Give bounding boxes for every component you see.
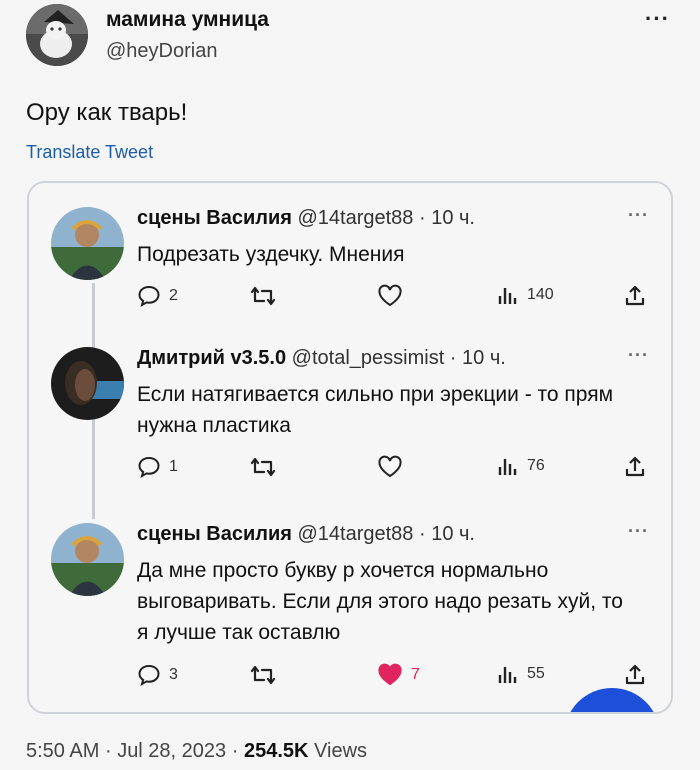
like-icon <box>378 455 402 478</box>
views-button[interactable]: 140 <box>497 284 554 306</box>
share-icon <box>625 664 645 685</box>
post-actions: 3 7 55 <box>137 663 657 691</box>
tweet-text: Ору как тварь! <box>26 99 188 126</box>
author-avatar[interactable] <box>26 4 88 66</box>
quoted-thread-card[interactable]: сцены Василия @14target88 · 10 ч. ··· По… <box>27 181 673 714</box>
post-text: Если натягивается сильно при эрекции - т… <box>137 383 614 437</box>
post-handle-time: @total_pessimist · 10 ч. <box>291 347 506 369</box>
views-label: Views <box>314 740 368 762</box>
reply-button[interactable]: 1 <box>137 455 178 479</box>
share-icon <box>625 285 645 306</box>
avatar[interactable] <box>51 523 124 596</box>
meta-separator: · <box>231 740 239 762</box>
views-icon <box>498 459 517 475</box>
views-button[interactable]: 55 <box>497 663 545 685</box>
like-button[interactable] <box>377 284 403 308</box>
author-name[interactable]: мамина умница <box>106 8 269 32</box>
reply-icon <box>138 456 160 479</box>
like-button[interactable]: 7 <box>377 663 420 687</box>
post-handle-time: @14target88 · 10 ч. <box>297 207 475 229</box>
retweet-button[interactable] <box>249 284 277 308</box>
share-icon <box>625 456 645 477</box>
reply-count: 3 <box>169 666 178 683</box>
reply-count: 1 <box>169 458 178 475</box>
retweet-icon <box>250 457 276 477</box>
more-icon[interactable]: ··· <box>628 521 649 542</box>
more-icon[interactable]: ··· <box>645 6 670 32</box>
more-icon[interactable]: ··· <box>628 205 649 226</box>
views-icon <box>498 667 517 683</box>
post-author-name[interactable]: сцены Василия <box>137 523 292 545</box>
share-button[interactable] <box>623 455 647 479</box>
share-button[interactable] <box>623 284 647 308</box>
reply-icon <box>138 664 160 687</box>
retweet-icon <box>250 286 276 306</box>
post-actions: 2 140 <box>137 284 657 312</box>
retweet-button[interactable] <box>249 663 277 687</box>
post-author-name[interactable]: сцены Василия <box>137 207 292 229</box>
retweet-button[interactable] <box>249 455 277 479</box>
reply-icon <box>138 285 160 308</box>
views-count: 76 <box>527 457 545 474</box>
tweet-meta: 5:50 AM · Jul 28, 2023 · 254.5K Views <box>26 740 367 763</box>
views-count: 140 <box>527 286 554 303</box>
post-handle-time: @14target88 · 10 ч. <box>297 523 475 545</box>
retweet-icon <box>250 665 276 685</box>
reply-button[interactable]: 3 <box>137 663 178 687</box>
avatar[interactable] <box>51 207 124 280</box>
like-icon <box>378 284 402 307</box>
compose-button[interactable] <box>564 688 660 712</box>
translate-link[interactable]: Translate Tweet <box>26 142 153 163</box>
post-text: Подрезать уздечку. Мнения <box>137 243 405 266</box>
tweet-date[interactable]: Jul 28, 2023 <box>117 740 226 762</box>
like-button[interactable] <box>377 455 403 479</box>
like-icon <box>378 663 402 686</box>
avatar[interactable] <box>51 347 124 420</box>
post-text: Да мне просто букву р хочется нормально … <box>137 559 623 644</box>
post-author-name[interactable]: Дмитрий v3.5.0 <box>137 347 286 369</box>
views-total[interactable]: 254.5K <box>244 740 309 762</box>
views-button[interactable]: 76 <box>497 455 545 477</box>
reply-count: 2 <box>169 287 178 304</box>
like-count: 7 <box>411 666 420 683</box>
more-icon[interactable]: ··· <box>628 345 649 366</box>
reply-button[interactable]: 2 <box>137 284 178 308</box>
author-handle[interactable]: @heyDorian <box>106 40 217 63</box>
views-count: 55 <box>527 665 545 682</box>
tweet-time: 5:50 AM <box>26 740 100 762</box>
views-icon <box>498 288 517 304</box>
share-button[interactable] <box>623 663 647 687</box>
thread-connector <box>92 419 95 519</box>
meta-separator: · <box>104 740 112 762</box>
post-actions: 1 76 <box>137 455 657 483</box>
